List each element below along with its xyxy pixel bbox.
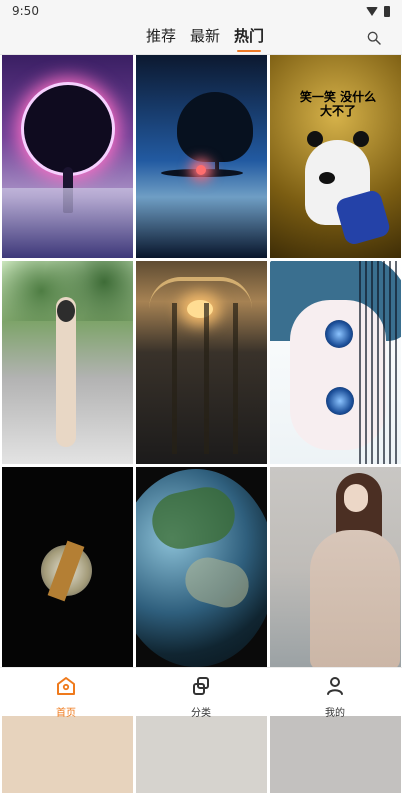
status-bar: 9:50	[0, 0, 402, 22]
wallpaper-thumbnail-space-ring[interactable]	[2, 55, 133, 258]
home-icon	[57, 677, 75, 695]
pillar	[233, 303, 238, 454]
nav-mine[interactable]: 我的	[305, 674, 365, 719]
light-glow	[187, 300, 213, 318]
pillar	[204, 303, 209, 454]
tab-popular[interactable]: 热门	[234, 27, 264, 52]
light-glow	[196, 165, 206, 175]
tabs: 推荐 最新 热门	[146, 27, 264, 52]
nav-home-label: 首页	[56, 708, 76, 719]
woman-dress	[310, 530, 400, 670]
battery-icon	[384, 5, 390, 17]
woman-head	[57, 300, 75, 322]
anime-eye	[326, 387, 354, 415]
wallpaper-thumbnail-panda[interactable]: 笑一笑 没什么大不了	[270, 55, 401, 258]
wallpaper-thumbnail-earth[interactable]	[136, 467, 267, 670]
water-reflection	[2, 188, 133, 258]
tab-latest[interactable]: 最新	[190, 27, 220, 45]
wallpaper-thumbnail-money-roll[interactable]	[2, 467, 133, 670]
panda-caption: 笑一笑 没什么大不了	[299, 90, 377, 118]
hair-strands	[359, 261, 401, 464]
wallpaper-thumbnail-bridge-ruins[interactable]	[136, 261, 267, 464]
ring-graphic	[24, 85, 112, 173]
nav-home[interactable]: 首页	[36, 674, 96, 719]
user-icon	[327, 677, 343, 695]
wallpaper-thumbnail-anime-girl[interactable]	[270, 261, 401, 464]
nav-category-label: 分类	[191, 708, 211, 719]
tab-recommended[interactable]: 推荐	[146, 27, 176, 45]
wifi-icon	[366, 6, 378, 16]
wallpaper-thumbnail-street-woman[interactable]	[2, 261, 133, 464]
anime-eye	[325, 320, 353, 348]
woman-face	[344, 484, 368, 512]
wallpaper-thumbnail-tree-island[interactable]	[136, 55, 267, 258]
search-icon[interactable]	[366, 30, 382, 46]
status-time: 9:50	[12, 4, 39, 18]
nav-category[interactable]: 分类	[171, 674, 231, 719]
top-tabs-bar: 推荐 最新 热门	[0, 22, 402, 55]
panda-eye	[319, 172, 335, 184]
bottom-nav: 首页 分类 我的	[0, 667, 402, 719]
pillar	[172, 303, 177, 454]
status-icons	[366, 5, 390, 17]
wallpaper-thumbnail-dress-woman[interactable]	[270, 467, 401, 670]
nav-mine-label: 我的	[325, 708, 345, 719]
category-icon	[193, 677, 209, 695]
